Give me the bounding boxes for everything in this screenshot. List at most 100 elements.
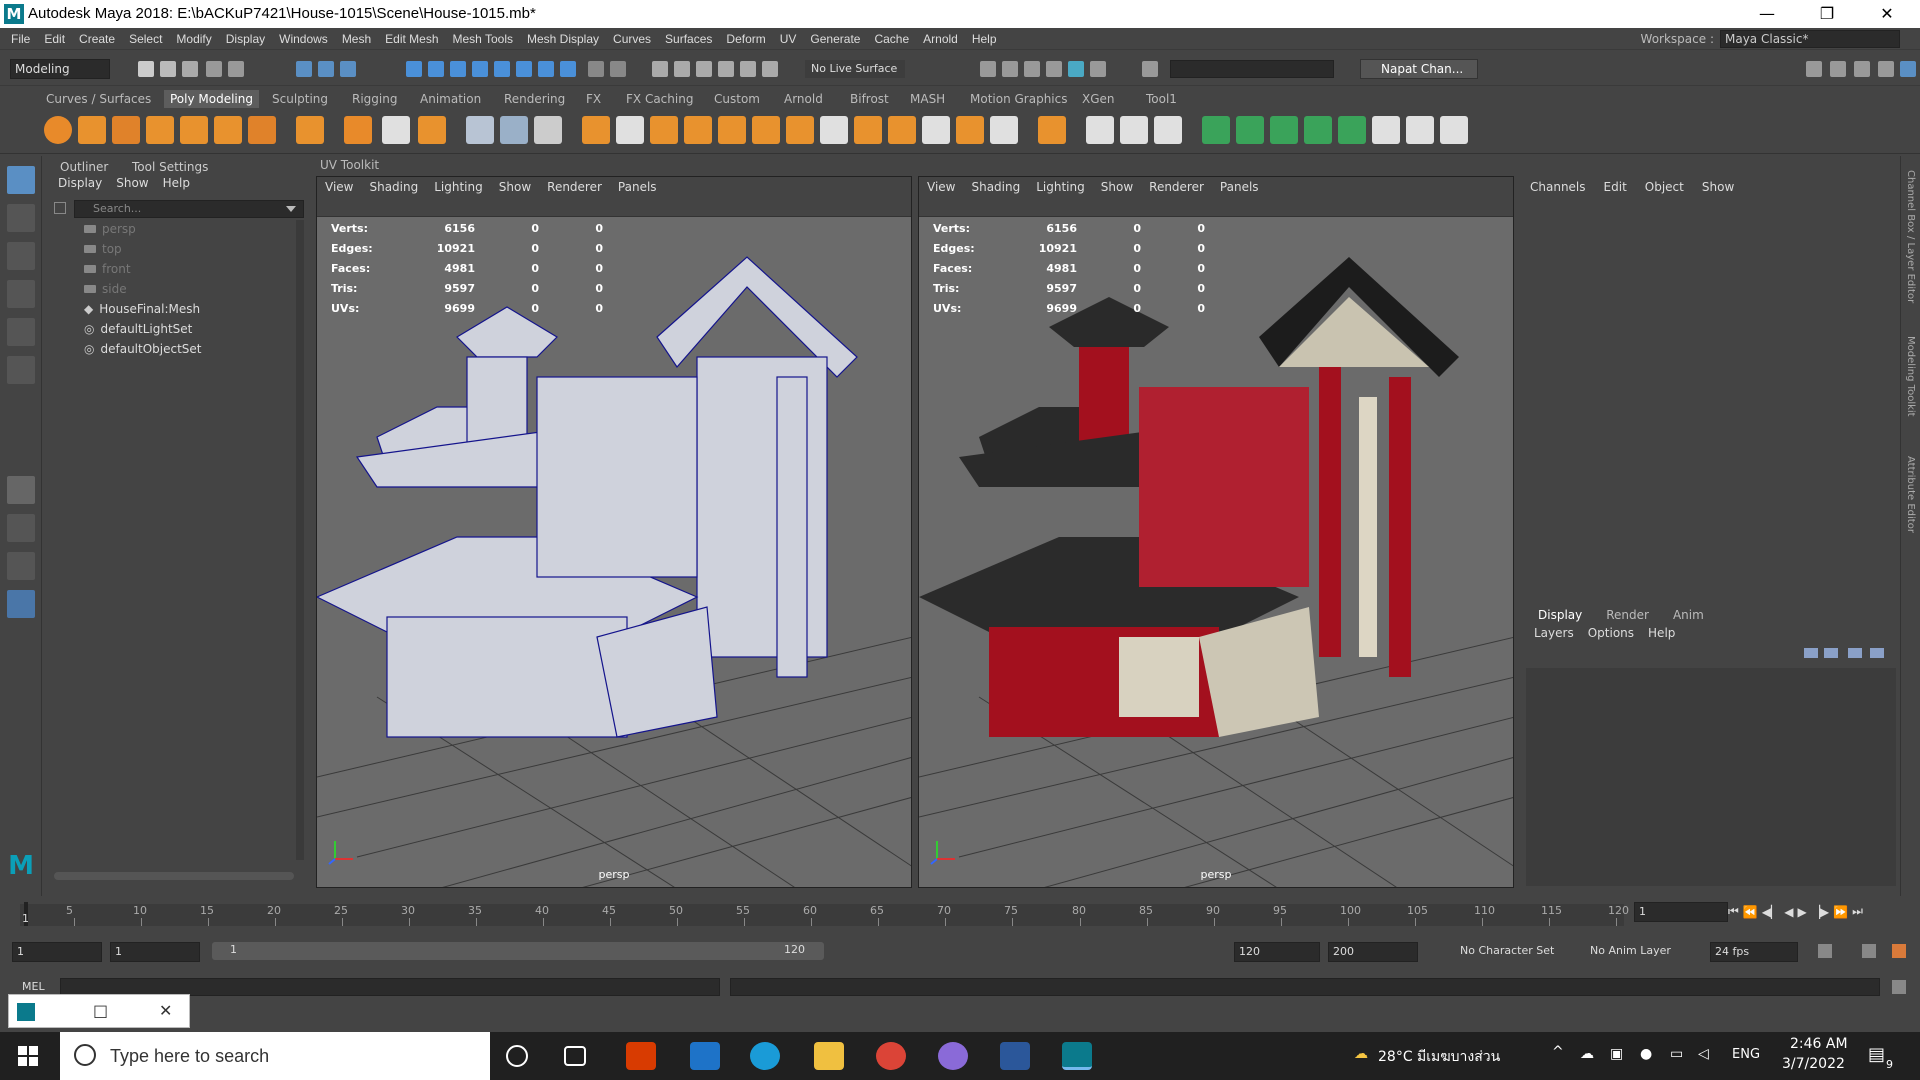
step-forward-frame-icon[interactable]: ▕▶ xyxy=(1811,905,1829,919)
snap-projected-icon[interactable] xyxy=(718,61,734,77)
layer-tab-anim[interactable]: Anim xyxy=(1673,608,1704,622)
viewport-menu-view[interactable]: View xyxy=(919,180,963,194)
surface-mask-icon[interactable] xyxy=(538,61,554,77)
lasso-tool-icon[interactable] xyxy=(7,204,35,232)
separate-icon[interactable] xyxy=(650,116,678,144)
curve-mask-icon[interactable] xyxy=(516,61,532,77)
office-icon[interactable] xyxy=(626,1042,656,1070)
boolean-icon[interactable] xyxy=(718,116,746,144)
cylindrical-mapping-icon[interactable] xyxy=(1236,116,1264,144)
menu-set-dropdown[interactable]: Modeling xyxy=(10,59,110,79)
paint-select-tool-icon[interactable] xyxy=(7,242,35,270)
layer-menu-layers[interactable]: Layers xyxy=(1534,626,1574,640)
menu-arnold[interactable]: Arnold xyxy=(916,28,965,50)
menu-generate[interactable]: Generate xyxy=(803,28,867,50)
search-options-chevron-down-icon[interactable] xyxy=(286,206,296,212)
shelf-tab-tool1[interactable]: Tool1 xyxy=(1140,90,1183,108)
toggle-channel-box-icon[interactable] xyxy=(1878,61,1894,77)
new-scene-icon[interactable] xyxy=(138,61,154,77)
poly-cone-icon[interactable] xyxy=(146,116,174,144)
channel-menu-channels[interactable]: Channels xyxy=(1530,180,1586,194)
range-bar[interactable]: 1 120 xyxy=(212,942,824,960)
toggle-layer-editor-icon[interactable] xyxy=(1900,61,1916,77)
undo-icon[interactable] xyxy=(206,61,222,77)
outliner-layout-icon[interactable] xyxy=(7,590,35,618)
channel-menu-object[interactable]: Object xyxy=(1645,180,1684,194)
loop-icon[interactable] xyxy=(1818,944,1832,958)
outliner-item-defaultlightset[interactable]: ◎ defaultLightSet xyxy=(84,320,192,338)
select-object-icon[interactable] xyxy=(318,61,334,77)
select-component-icon[interactable] xyxy=(340,61,356,77)
task-view-icon[interactable] xyxy=(564,1046,586,1066)
maya-taskbar-icon[interactable] xyxy=(1062,1042,1092,1070)
menu-mesh[interactable]: Mesh xyxy=(335,28,378,50)
scene-end-field[interactable]: 200 xyxy=(1328,942,1418,962)
menu-windows[interactable]: Windows xyxy=(272,28,335,50)
toggle-modeling-toolkit-icon[interactable] xyxy=(1806,61,1822,77)
workspace-dropdown[interactable]: Maya Classic* xyxy=(1720,30,1900,48)
outliner-item-front[interactable]: front xyxy=(84,260,131,278)
render-settings-icon[interactable] xyxy=(1046,61,1062,77)
snap-grid-icon[interactable] xyxy=(652,61,668,77)
toggle-attribute-editor-icon[interactable] xyxy=(1830,61,1846,77)
menu-edit[interactable]: Edit xyxy=(37,28,72,50)
file-explorer-icon[interactable] xyxy=(814,1042,844,1070)
cut-uv-icon[interactable] xyxy=(1406,116,1434,144)
move-layer-down-icon[interactable] xyxy=(1824,648,1838,658)
clock-time[interactable]: 2:46 AM xyxy=(1790,1036,1848,1052)
pause-ipr-icon[interactable] xyxy=(1090,61,1106,77)
single-perspective-layout-icon[interactable] xyxy=(7,476,35,504)
select-hierarchy-icon[interactable] xyxy=(296,61,312,77)
merge-icon[interactable] xyxy=(990,116,1018,144)
new-layer-from-selected-icon[interactable] xyxy=(1870,648,1884,658)
menu-display[interactable]: Display xyxy=(219,28,272,50)
restore-icon[interactable]: □ xyxy=(93,1001,108,1020)
lock-icon[interactable] xyxy=(588,61,604,77)
transfer-attributes-icon[interactable] xyxy=(500,116,528,144)
microsoft-store-icon[interactable] xyxy=(690,1042,720,1070)
shelf-tab-sculpting[interactable]: Sculpting xyxy=(266,90,334,108)
triangulate-icon[interactable] xyxy=(1038,116,1066,144)
cortana-icon[interactable] xyxy=(506,1045,528,1067)
viewport-textured[interactable]: View Shading Lighting Show Renderer Pane… xyxy=(918,176,1514,888)
toggle-tool-settings-icon[interactable] xyxy=(1854,61,1870,77)
type-tool-icon[interactable] xyxy=(382,116,410,144)
viewport-menu-show[interactable]: Show xyxy=(1093,180,1141,194)
offset-edge-loop-icon[interactable] xyxy=(1154,116,1182,144)
shelf-tab-rigging[interactable]: Rigging xyxy=(346,90,403,108)
deform-mask-icon[interactable] xyxy=(560,61,576,77)
extract-icon[interactable] xyxy=(616,116,644,144)
render-frame-icon[interactable] xyxy=(1002,61,1018,77)
poly-plane-icon[interactable] xyxy=(214,116,242,144)
vertex-mask-icon[interactable] xyxy=(406,61,422,77)
spherical-mapping-icon[interactable] xyxy=(1270,116,1298,144)
shelf-tab-custom[interactable]: Custom xyxy=(708,90,766,108)
layer-tab-render[interactable]: Render xyxy=(1606,608,1649,622)
shelf-tab-rendering[interactable]: Rendering xyxy=(498,90,571,108)
poly-cube-icon[interactable] xyxy=(78,116,106,144)
word-icon[interactable] xyxy=(1000,1042,1030,1070)
play-backwards-icon[interactable]: ◀ xyxy=(1784,905,1793,919)
layer-list[interactable] xyxy=(1526,668,1896,886)
poke-icon[interactable] xyxy=(956,116,984,144)
viewport-menu-renderer[interactable]: Renderer xyxy=(1141,180,1212,194)
minimized-window-bar[interactable]: □ ✕ xyxy=(8,994,190,1028)
outliner-item-top[interactable]: top xyxy=(84,240,122,258)
outliner-menu-display[interactable]: Display xyxy=(58,176,102,190)
select-tool-icon[interactable] xyxy=(7,166,35,194)
side-tab-channel-box[interactable]: Channel Box / Layer Editor xyxy=(1905,170,1916,303)
language-indicator[interactable]: ENG xyxy=(1732,1047,1760,1062)
viewport-menu-shading[interactable]: Shading xyxy=(361,180,426,194)
tab-tool-settings[interactable]: Tool Settings xyxy=(132,160,208,174)
new-empty-layer-icon[interactable] xyxy=(1848,648,1862,658)
multi-mask-icon[interactable] xyxy=(494,61,510,77)
mel-label[interactable]: MEL xyxy=(22,980,45,993)
menu-edit-mesh[interactable]: Edit Mesh xyxy=(378,28,445,50)
poly-sphere-icon[interactable] xyxy=(44,116,72,144)
svg-tool-icon[interactable] xyxy=(418,116,446,144)
outliner-horizontal-scrollbar[interactable] xyxy=(54,872,294,880)
meet-now-icon[interactable]: ▣ xyxy=(1610,1046,1623,1062)
layer-menu-help[interactable]: Help xyxy=(1648,626,1675,640)
super-shape-icon[interactable] xyxy=(344,116,372,144)
close-mini-icon[interactable]: ✕ xyxy=(159,1001,172,1020)
